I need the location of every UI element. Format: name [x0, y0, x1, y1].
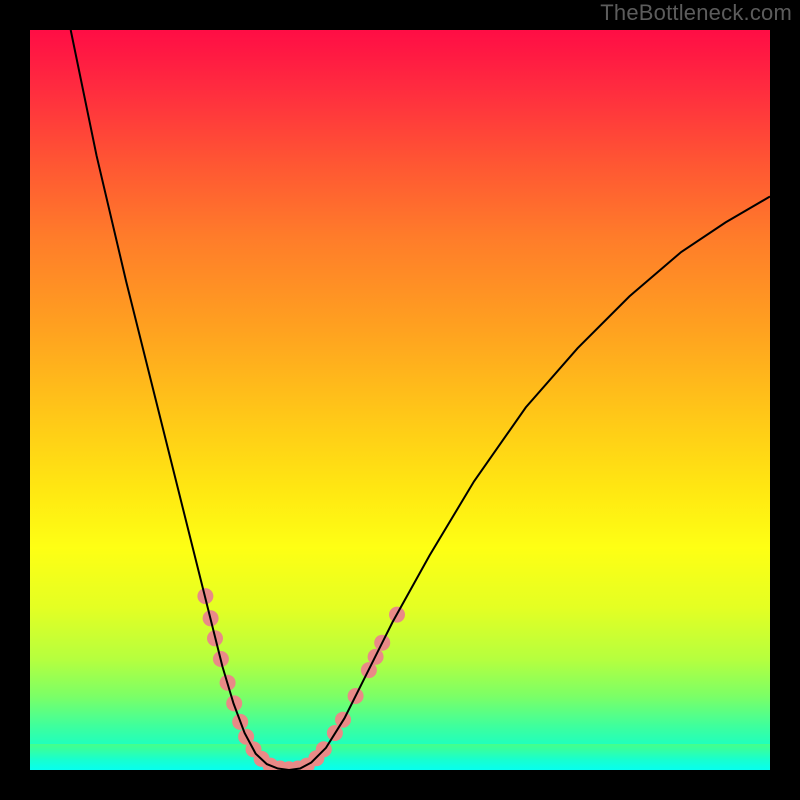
plot-area	[30, 30, 770, 770]
background-gradient	[30, 30, 770, 770]
green-bottom-band	[30, 744, 770, 770]
chart-frame: TheBottleneck.com	[0, 0, 800, 800]
watermark-text: TheBottleneck.com	[600, 0, 792, 26]
